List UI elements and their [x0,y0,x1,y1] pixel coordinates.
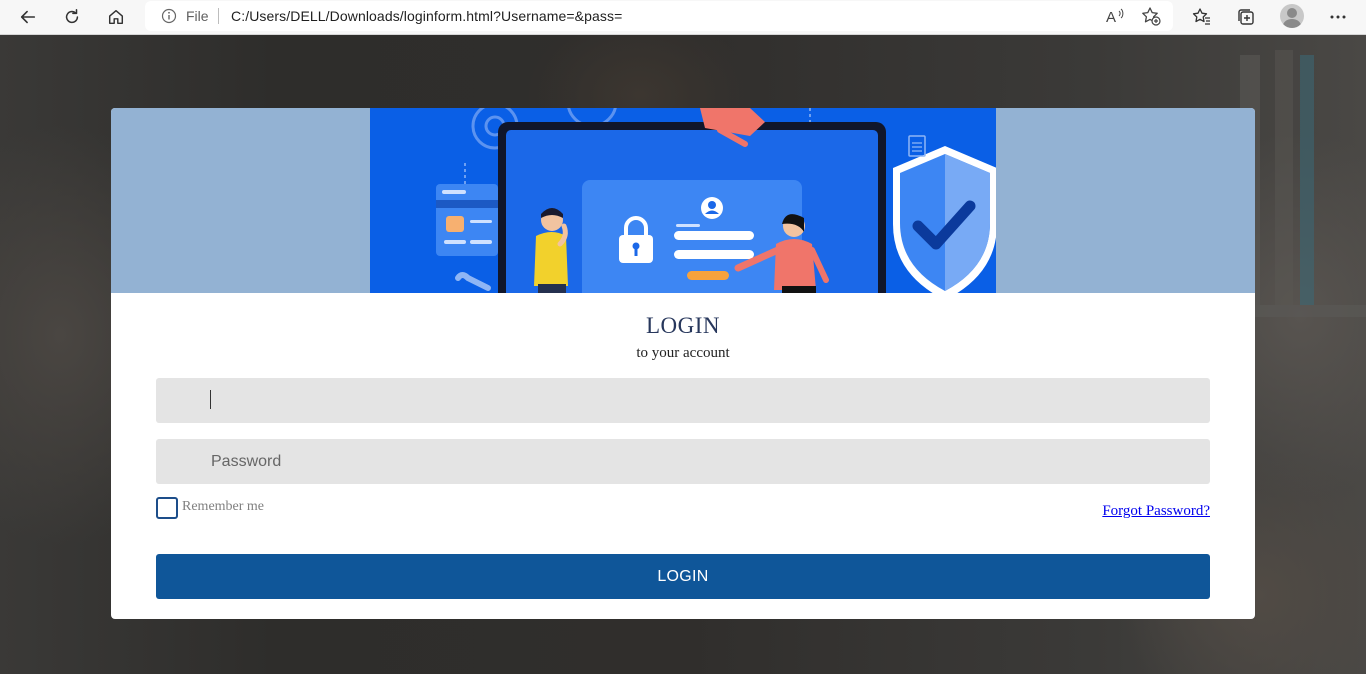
url-text[interactable]: C:/Users/DELL/Downloads/loginform.html?U… [231,8,622,24]
login-card: LOGIN to your account Remember me Forgot… [111,108,1255,619]
login-banner [111,108,1255,293]
back-button[interactable] [13,3,43,31]
login-illustration [370,108,996,293]
address-divider [218,8,219,24]
back-icon [20,10,36,24]
login-button[interactable]: LOGIN [156,554,1210,599]
username-input[interactable] [156,378,1210,423]
text-caret [210,390,211,409]
info-icon[interactable] [161,8,177,24]
home-icon [108,9,124,25]
more-icon [1330,15,1346,19]
profile-avatar[interactable] [1280,4,1304,28]
collections-button[interactable] [1231,3,1261,31]
background-book [1275,50,1293,305]
favorites-button[interactable] [1187,3,1217,31]
home-button[interactable] [101,3,131,31]
login-subtitle: to your account [636,345,730,361]
background-book [1300,55,1314,305]
background-shelf [1255,305,1366,317]
forgot-password-link[interactable]: Forgot Password? [1102,503,1210,520]
password-input[interactable] [156,439,1210,484]
file-scheme-label: File [186,8,209,24]
refresh-button[interactable] [57,3,87,31]
address-bar[interactable]: File C:/Users/DELL/Downloads/loginform.h… [145,1,1173,31]
browser-toolbar: File C:/Users/DELL/Downloads/loginform.h… [0,0,1366,35]
refresh-icon [65,9,79,24]
login-title: LOGIN [645,313,721,338]
remember-me-label[interactable]: Remember me [182,499,264,515]
read-aloud-icon[interactable]: A [1105,7,1125,25]
add-favorite-icon[interactable] [1141,6,1161,26]
remember-me-checkbox[interactable] [156,497,178,519]
collections-icon [1238,9,1254,25]
favorites-icon [1192,8,1210,25]
more-button[interactable] [1323,3,1353,31]
svg-text:A: A [1106,9,1116,25]
